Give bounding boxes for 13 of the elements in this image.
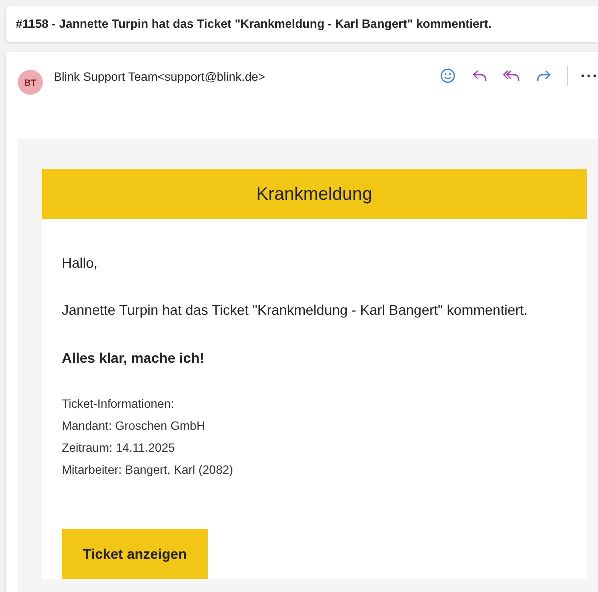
sender-name: Blink Support Team<support@blink.de> <box>54 70 266 84</box>
message-text: Jannette Turpin hat das Ticket "Krankmeldung - Karl Bangert" kommentiert. <box>62 302 529 318</box>
email-subject: #1158 - Jannette Turpin hat das Ticket "Krankmeldung - Karl Bangert" kommentiert. <box>16 17 492 31</box>
info-line: Mandant: Groschen GmbH <box>62 418 206 435</box>
message-heading: Krankmeldung <box>256 184 373 204</box>
view-ticket-button[interactable]: Ticket anzeigen <box>62 529 208 579</box>
info-line: Ticket-Informationen: <box>62 396 176 413</box>
sender-avatar: BT <box>18 70 43 95</box>
smiley-icon[interactable] <box>439 66 457 84</box>
greeting-text: Hallo, <box>62 255 99 271</box>
comment-text: Alles klar, mache ich! <box>62 350 206 366</box>
info-line: Zeitraum: 14.11.2025 <box>62 440 176 457</box>
info-line: Mitarbeiter: Bangert, Karl (2082) <box>62 462 234 479</box>
